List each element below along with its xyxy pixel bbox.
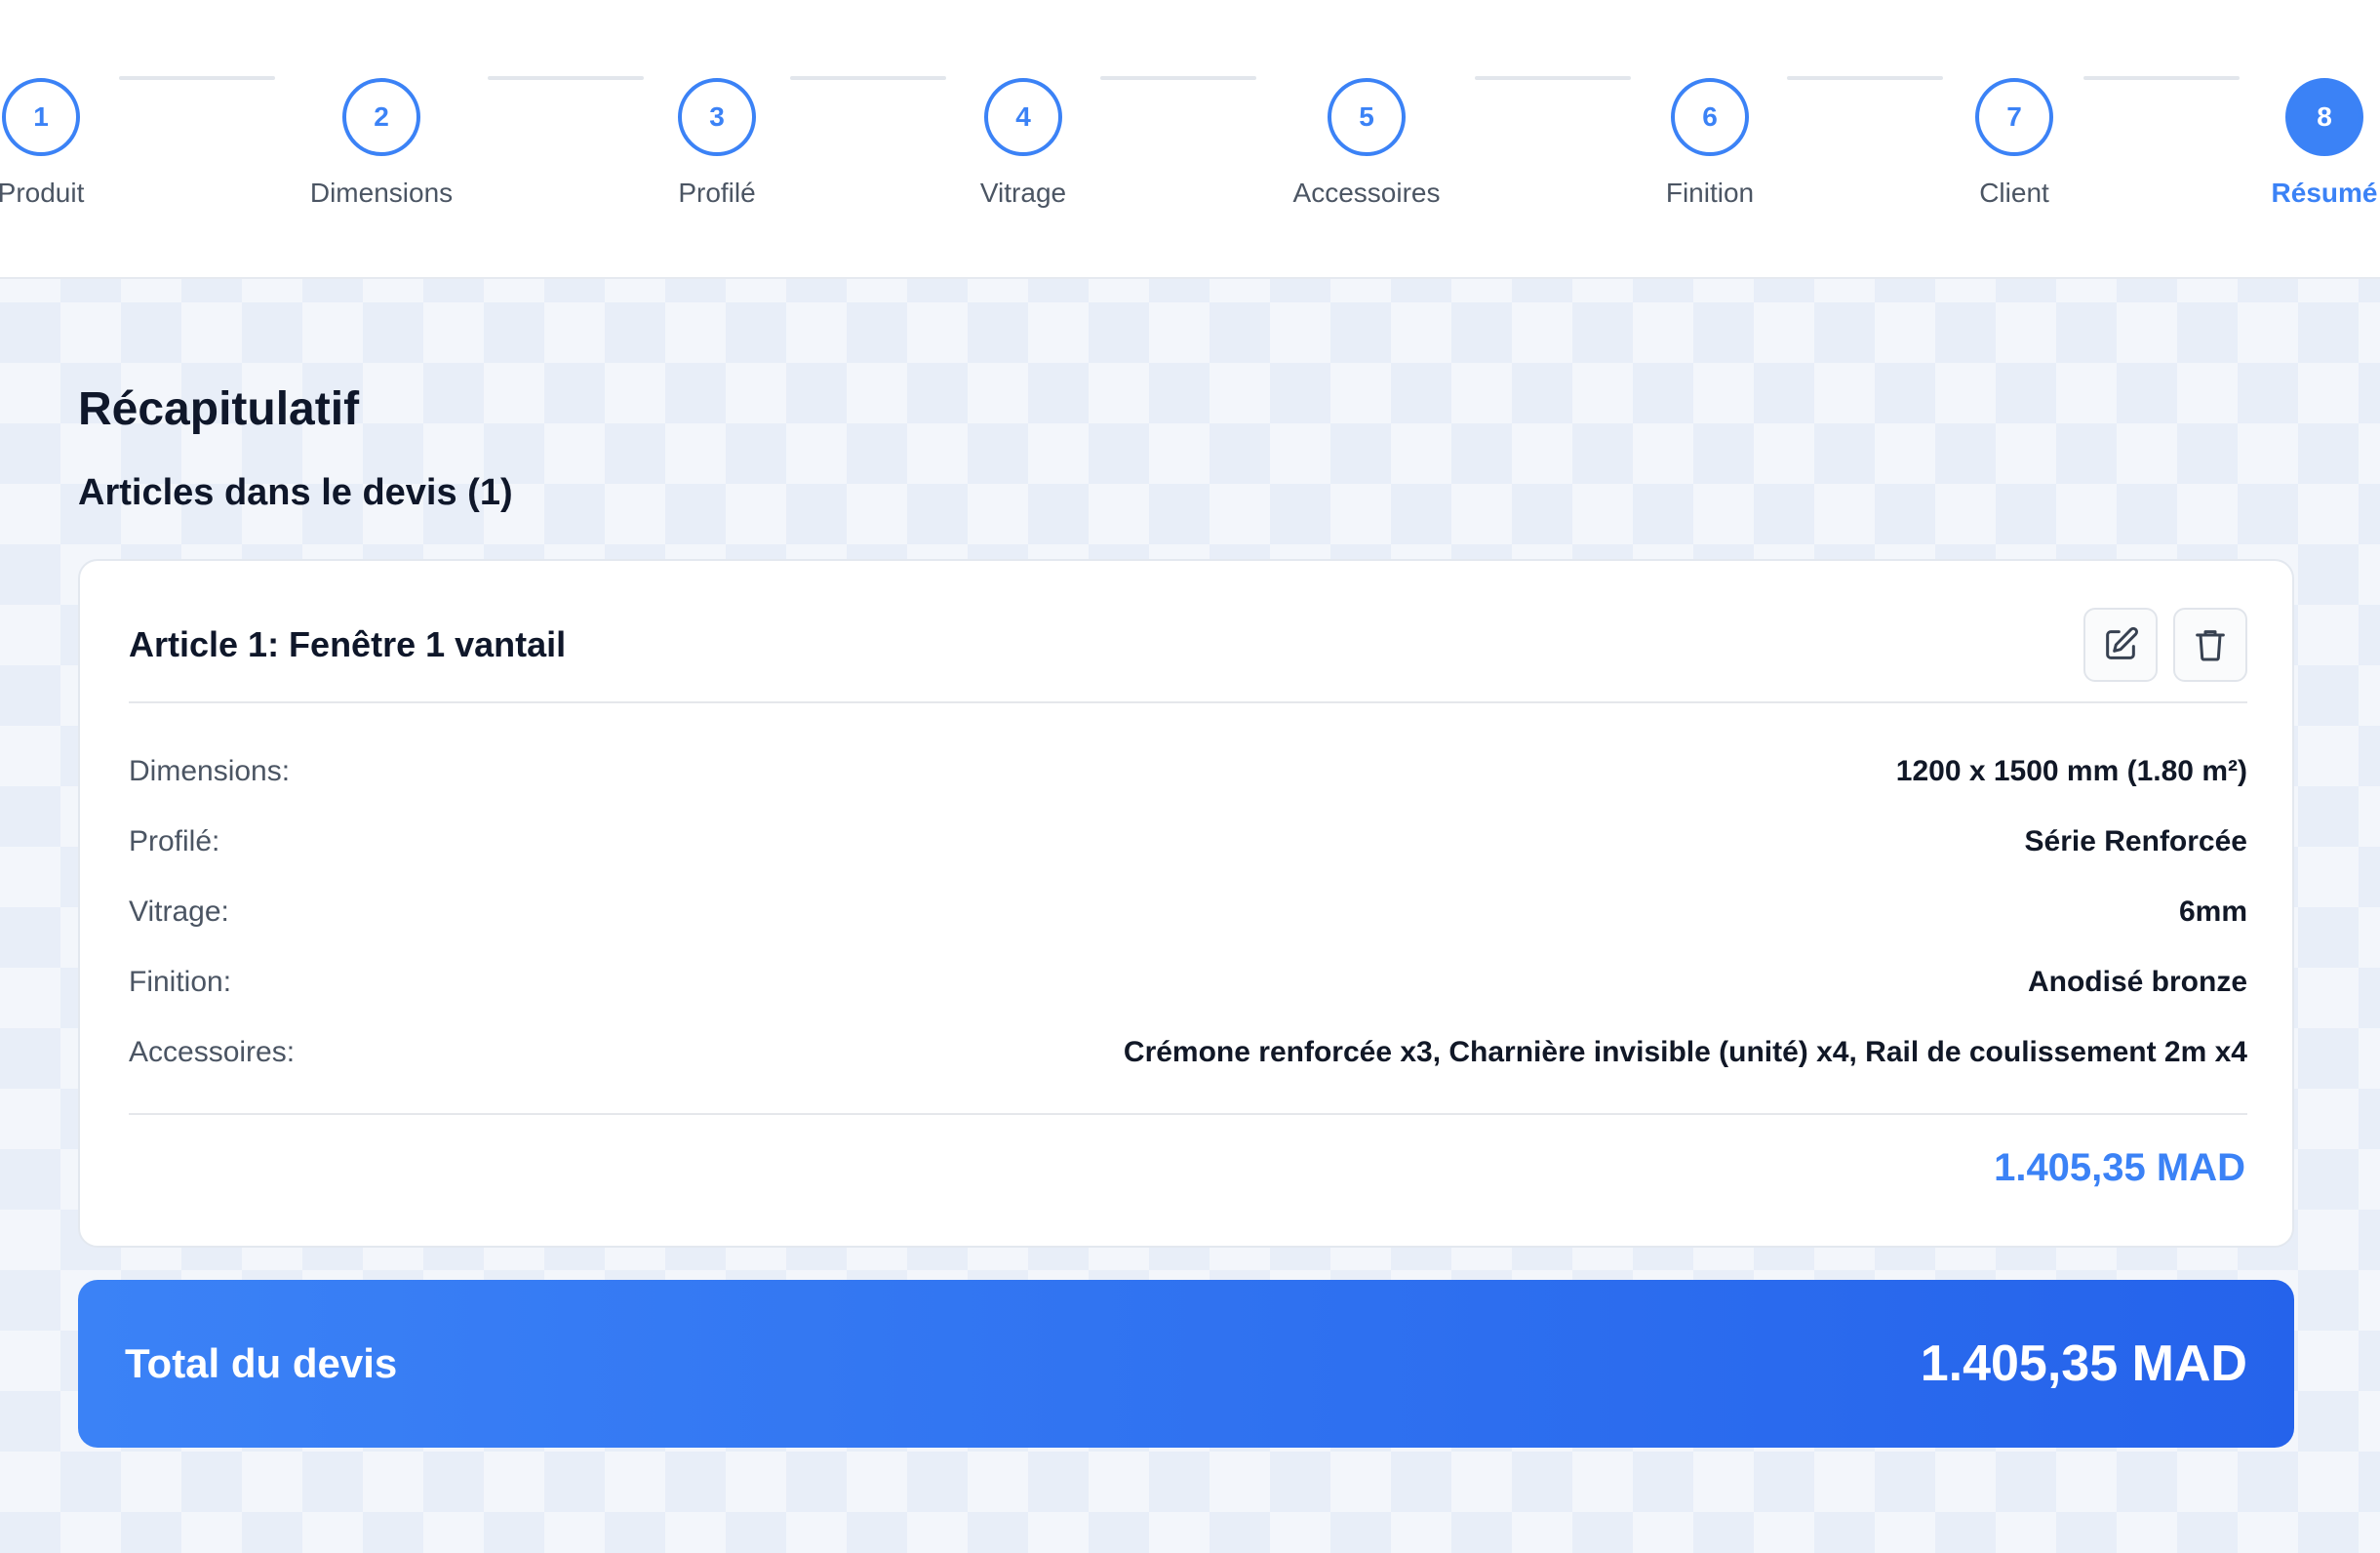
- detail-row-finition: Finition: Anodisé bronze: [129, 947, 2247, 1017]
- delete-article-button[interactable]: [2173, 608, 2247, 682]
- detail-value: Anodisé bronze: [2027, 966, 2247, 998]
- step-number: 1: [2, 78, 80, 156]
- detail-label: Dimensions:: [129, 755, 291, 787]
- step-accessoires[interactable]: 5 Accessoires: [1220, 78, 1513, 209]
- detail-value: Série Renforcée: [2024, 825, 2247, 857]
- detail-label: Vitrage:: [129, 896, 229, 928]
- step-number: 5: [1328, 78, 1406, 156]
- step-produit[interactable]: 1 Produit: [0, 78, 187, 209]
- step-label: Profilé: [678, 178, 756, 208]
- article-actions: [2083, 608, 2247, 682]
- step-number: 6: [1671, 78, 1749, 156]
- step-number: 4: [984, 78, 1062, 156]
- detail-row-dimensions: Dimensions: 1200 x 1500 mm (1.80 m²): [129, 737, 2247, 807]
- detail-value: Crémone renforcée x3, Charnière invisibl…: [1123, 1036, 2247, 1068]
- step-number: 8: [2285, 78, 2363, 156]
- article-title: Article 1: Fenêtre 1 vantail: [129, 624, 567, 664]
- step-label: Client: [1979, 178, 2049, 208]
- quote-total-bar: Total du devis 1.405,35 MAD: [78, 1280, 2294, 1448]
- total-amount: 1.405,35 MAD: [1920, 1335, 2247, 1392]
- article-divider: [129, 1113, 2247, 1115]
- total-label: Total du devis: [125, 1340, 398, 1386]
- detail-row-vitrage: Vitrage: 6mm: [129, 877, 2247, 947]
- step-number: 3: [678, 78, 756, 156]
- progress-stepper: 1 Produit 2 Dimensions 3 Profilé 4 Vitra…: [0, 0, 2380, 279]
- step-client[interactable]: 7 Client: [1868, 78, 2161, 209]
- step-dimensions[interactable]: 2 Dimensions: [235, 78, 528, 209]
- step-resume[interactable]: 8 Résumé: [2178, 78, 2380, 209]
- article-price: 1.405,35 MAD: [1994, 1146, 2245, 1189]
- detail-label: Finition:: [129, 966, 232, 998]
- detail-row-profile: Profilé: Série Renforcée: [129, 807, 2247, 877]
- articles-heading: Articles dans le devis (1): [78, 472, 513, 513]
- step-number: 2: [342, 78, 420, 156]
- step-profile[interactable]: 3 Profilé: [571, 78, 863, 209]
- trash-icon: [2196, 630, 2225, 661]
- step-label: Vitrage: [979, 178, 1067, 208]
- step-label: Résumé: [2271, 178, 2378, 208]
- detail-value: 1200 x 1500 mm (1.80 m²): [1895, 755, 2247, 787]
- step-label: Dimensions: [309, 178, 454, 208]
- step-label: Accessoires: [1292, 178, 1441, 208]
- article-header: Article 1: Fenêtre 1 vantail: [129, 608, 2247, 703]
- step-label: Produit: [0, 178, 85, 208]
- edit-icon: [2106, 626, 2138, 659]
- detail-label: Profilé:: [129, 825, 220, 857]
- detail-label: Accessoires:: [129, 1036, 296, 1068]
- page-title: Récapitulatif: [78, 383, 360, 435]
- article-card: Article 1: Fenêtre 1 vantail Dimensions:…: [78, 559, 2294, 1248]
- detail-value: 6mm: [2178, 896, 2247, 928]
- step-number: 7: [1975, 78, 2053, 156]
- detail-row-accessoires: Accessoires: Crémone renforcée x3, Charn…: [129, 1017, 2247, 1088]
- step-label: Finition: [1665, 178, 1755, 208]
- step-finition[interactable]: 6 Finition: [1564, 78, 1856, 209]
- article-details: Dimensions: 1200 x 1500 mm (1.80 m²) Pro…: [129, 737, 2247, 1088]
- edit-article-button[interactable]: [2083, 608, 2158, 682]
- step-vitrage[interactable]: 4 Vitrage: [877, 78, 1170, 209]
